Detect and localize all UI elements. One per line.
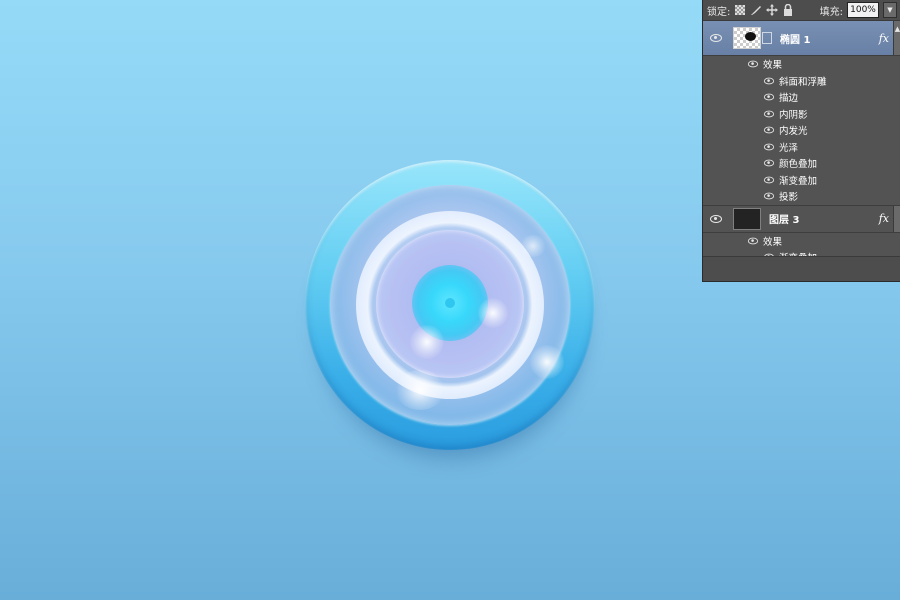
brush-icon[interactable] — [750, 4, 762, 16]
layer-thumbnail — [733, 27, 761, 49]
eye-icon[interactable] — [763, 192, 775, 200]
glint-highlight — [395, 370, 445, 410]
effect-label: 渐变叠加 — [779, 175, 818, 187]
fill-input[interactable]: 100% — [847, 2, 879, 18]
layer-row-ellipse-1[interactable]: 椭圆 1 fx ▲ — [703, 21, 900, 56]
effect-label: 斜面和浮雕 — [779, 76, 827, 88]
layers-panel-toolbar: 锁定: 填充: 100% ▼ — [703, 0, 900, 21]
effect-label: 内阴影 — [779, 109, 808, 121]
layer-thumbnail — [733, 207, 761, 230]
chevron-down-icon[interactable]: ▼ — [883, 2, 897, 18]
layer-name: 椭圆 1 — [780, 34, 811, 46]
effect-label: 内发光 — [779, 126, 808, 138]
effect-label: 投影 — [779, 192, 799, 204]
fx-icon[interactable]: fx — [879, 212, 889, 225]
eye-icon[interactable] — [747, 60, 759, 68]
eye-icon[interactable] — [763, 126, 775, 134]
eye-icon[interactable] — [763, 93, 775, 101]
eye-icon[interactable] — [763, 143, 775, 151]
effect-color-overlay[interactable]: 颜色叠加 — [703, 155, 900, 172]
glint-highlight — [520, 235, 546, 257]
effect-label: 颜色叠加 — [779, 159, 818, 171]
effects-label: 效果 — [763, 60, 783, 72]
effect-stroke[interactable]: 描边 — [703, 89, 900, 106]
effect-drop-shadow[interactable]: 投影 — [703, 188, 900, 206]
effect-bevel-emboss[interactable]: 斜面和浮雕 — [703, 73, 900, 90]
lock-icon[interactable] — [782, 4, 794, 16]
eye-icon[interactable] — [747, 237, 759, 245]
eye-icon[interactable] — [710, 214, 722, 223]
scrollbar-thumb[interactable] — [893, 205, 900, 232]
glint-highlight — [478, 298, 508, 328]
layer-row-layer-3[interactable]: 图层 3 fx — [703, 205, 900, 233]
effect-label: 描边 — [779, 93, 799, 105]
glint-highlight — [530, 345, 564, 379]
effect-satin[interactable]: 光泽 — [703, 139, 900, 156]
scrollbar-up-arrow[interactable]: ▲ — [893, 21, 900, 55]
layers-panel: 锁定: 填充: 100% ▼ 椭圆 1 fx ▲ 效果 斜面和浮雕 描边 内阴影… — [702, 0, 900, 282]
glint-highlight — [410, 325, 444, 359]
effects-group[interactable]: 效果 — [703, 233, 900, 250]
effects-group[interactable]: 效果 — [703, 56, 900, 73]
eye-icon[interactable] — [710, 34, 722, 42]
eye-icon[interactable] — [763, 77, 775, 85]
effect-label: 光泽 — [779, 142, 799, 154]
effect-inner-shadow[interactable]: 内阴影 — [703, 106, 900, 123]
effects-label: 效果 — [763, 236, 783, 248]
fx-icon[interactable]: fx — [879, 32, 889, 45]
lock-label: 锁定: — [707, 6, 731, 18]
vector-mask-icon — [762, 32, 772, 44]
layers-panel-footer — [703, 256, 900, 281]
eye-icon[interactable] — [763, 110, 775, 118]
layer-name: 图层 3 — [769, 215, 800, 226]
lock-transparent-icon[interactable] — [734, 4, 746, 16]
move-icon[interactable] — [766, 4, 779, 16]
effect-inner-glow[interactable]: 内发光 — [703, 122, 900, 139]
eye-icon[interactable] — [763, 176, 775, 184]
effect-gradient-overlay[interactable]: 渐变叠加 — [703, 172, 900, 189]
core-dot — [445, 298, 455, 308]
fill-label: 填充: — [819, 6, 843, 18]
eye-icon[interactable] — [763, 159, 775, 167]
